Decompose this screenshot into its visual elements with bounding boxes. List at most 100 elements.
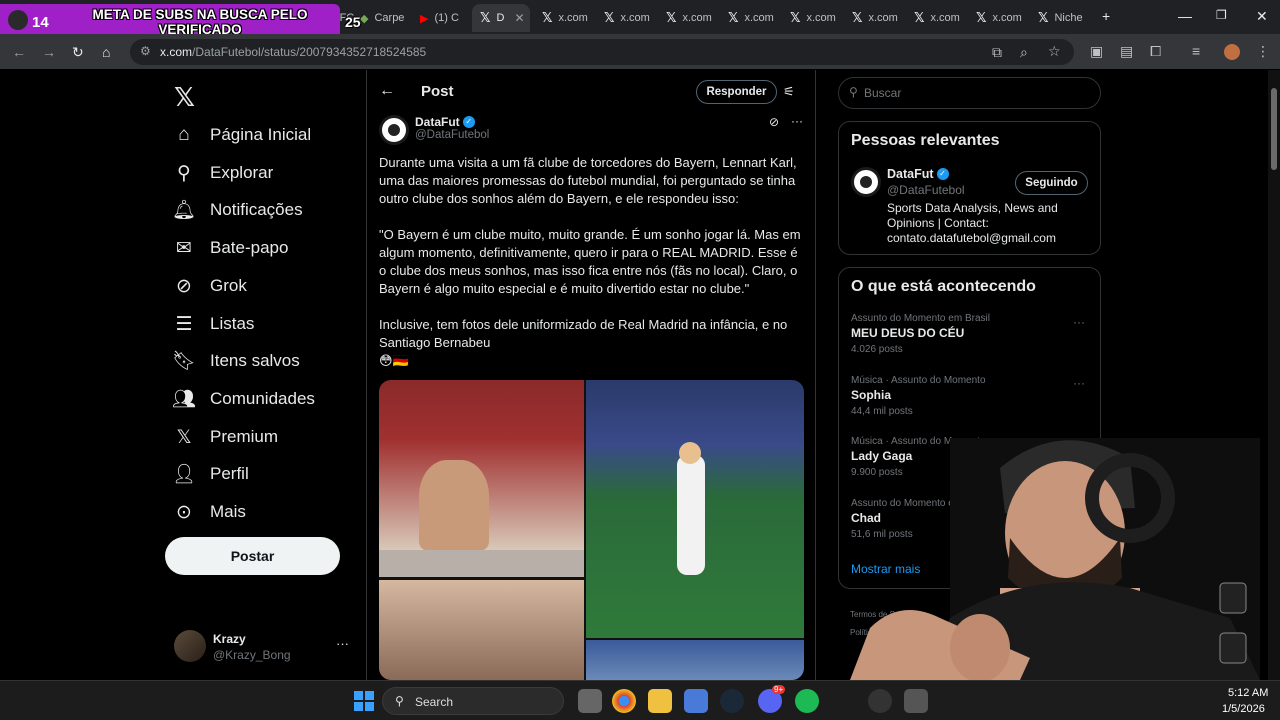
home-icon[interactable]: ⌂ bbox=[102, 44, 110, 60]
sidebar-item-chat[interactable]: ✉ Bate-papo bbox=[172, 230, 288, 266]
grok-icon[interactable]: ⊘ bbox=[769, 115, 779, 129]
reading-list-icon[interactable]: ≡ bbox=[1192, 43, 1200, 59]
post-media-grid[interactable] bbox=[379, 380, 804, 680]
app-icon[interactable] bbox=[904, 689, 928, 713]
sidebar-item-label: Grok bbox=[210, 276, 247, 295]
browser-tab[interactable]: 𝕏x.com bbox=[720, 4, 780, 32]
browser-tab[interactable]: 𝕏x.com bbox=[844, 4, 904, 32]
page-scrollbar[interactable] bbox=[1268, 70, 1280, 680]
extensions-puzzle-icon[interactable]: ⧠ bbox=[1150, 43, 1161, 60]
author-handle[interactable]: @DataFutebol bbox=[415, 129, 489, 141]
more-icon[interactable]: ··· bbox=[791, 114, 803, 128]
relevant-people-panel: Pessoas relevantes DataFut ✓ @DataFutebol… bbox=[838, 121, 1101, 255]
sidebar-item-grok[interactable]: ⊘ Grok bbox=[172, 268, 247, 304]
more-icon[interactable]: ··· bbox=[336, 636, 349, 651]
avatar[interactable] bbox=[379, 115, 409, 145]
sidebar-item-lists[interactable]: ☰ Listas bbox=[172, 306, 254, 342]
media-photo-player-head bbox=[679, 442, 701, 464]
task-view-icon[interactable] bbox=[578, 689, 602, 713]
window-close-icon[interactable]: ✕ bbox=[1256, 8, 1268, 25]
browser-tab[interactable]: 𝕏x.com bbox=[596, 4, 656, 32]
sidebar-item-communities[interactable]: 👥︎ Comunidades bbox=[172, 381, 315, 417]
post-paragraph: Inclusive, tem fotos dele uniformizado d… bbox=[379, 317, 788, 350]
more-icon[interactable]: ··· bbox=[1073, 315, 1085, 329]
clock-time[interactable]: 5:12 AM bbox=[1228, 687, 1268, 699]
site-info-icon[interactable]: ⚙ bbox=[140, 44, 151, 58]
extension-icon[interactable]: ▣ bbox=[1090, 43, 1103, 60]
install-app-icon[interactable]: ⧉ bbox=[992, 44, 1002, 61]
close-icon[interactable]: ✕ bbox=[514, 11, 524, 25]
sidebar-item-bookmarks[interactable]: 🔖︎ Itens salvos bbox=[172, 343, 300, 379]
browser-tab[interactable]: ◆ Carpe bbox=[352, 4, 414, 32]
clock-date[interactable]: 1/5/2026 bbox=[1222, 703, 1265, 715]
tab-title: Niche bbox=[1054, 12, 1083, 24]
browser-tab[interactable]: ▶ (1) C bbox=[412, 4, 474, 32]
spotify-icon[interactable] bbox=[795, 689, 819, 713]
sidebar-item-home[interactable]: ⌂ Página Inicial bbox=[172, 117, 311, 153]
post-column: ← Post Responder ⚟ DataFut ✓ @DataFutebol… bbox=[366, 70, 816, 680]
url-text[interactable]: x.com/DataFutebol/status/200793435271852… bbox=[160, 45, 426, 59]
media-photo-child[interactable] bbox=[379, 580, 584, 680]
tab-title: Carpe bbox=[374, 12, 405, 24]
sidebar-item-explore[interactable]: ⚲ Explorar bbox=[172, 155, 273, 191]
back-arrow-icon[interactable]: ← bbox=[12, 44, 26, 60]
tab-title: x.com bbox=[682, 12, 712, 24]
address-bar[interactable]: ⚙ x.com/DataFutebol/status/2007934352718… bbox=[130, 39, 1074, 65]
relevant-person-handle[interactable]: @DataFutebol bbox=[887, 183, 965, 197]
url-path: /DataFutebol/status/2007934352718524585 bbox=[192, 45, 427, 59]
windows-start-icon[interactable] bbox=[352, 689, 376, 713]
bookmark-star-icon[interactable]: ☆ bbox=[1048, 43, 1061, 60]
minimize-icon[interactable]: — bbox=[1178, 8, 1192, 24]
steam-icon[interactable] bbox=[720, 689, 744, 713]
post-button[interactable]: Postar bbox=[165, 537, 340, 575]
discord-icon[interactable]: 9+ bbox=[758, 685, 786, 713]
browser-tab[interactable]: 𝕏x.com bbox=[968, 4, 1028, 32]
back-arrow-icon[interactable]: ← bbox=[379, 82, 395, 100]
browser-tab[interactable]: 𝕏x.com bbox=[906, 4, 966, 32]
browser-tab-active[interactable]: 𝕏 D ✕ bbox=[472, 4, 530, 32]
taskbar-search-input[interactable]: ⚲ Search bbox=[382, 687, 564, 715]
sidebar-item-profile[interactable]: 👤︎ Perfil bbox=[172, 456, 249, 492]
author-name[interactable]: DataFut ✓ bbox=[415, 115, 475, 129]
post-paragraph: "O Bayern é um clube muito, muito grande… bbox=[379, 227, 801, 296]
sidebar-item-more[interactable]: ⊙ Mais bbox=[172, 494, 246, 530]
x-icon: 𝕏 bbox=[790, 10, 801, 25]
zoom-icon[interactable]: ⌕ bbox=[1020, 44, 1028, 61]
following-button[interactable]: Seguindo bbox=[1015, 171, 1088, 195]
sidebar-item-notifications[interactable]: 🔔︎ Notificações bbox=[172, 192, 303, 228]
file-explorer-icon[interactable] bbox=[648, 689, 672, 713]
reload-icon[interactable]: ↻ bbox=[72, 44, 84, 61]
browser-menu-icon[interactable]: ⋮ bbox=[1256, 43, 1270, 60]
search-input[interactable]: ⚲ Buscar bbox=[838, 77, 1101, 109]
reply-button[interactable]: Responder bbox=[696, 80, 777, 104]
panel-title: O que está acontecendo bbox=[851, 278, 1036, 295]
scrollbar-thumb[interactable] bbox=[1271, 88, 1277, 170]
list-icon: ☰ bbox=[175, 313, 193, 335]
bell-icon: 🔔︎ bbox=[172, 200, 197, 221]
browser-tab[interactable]: 𝕏x.com bbox=[534, 4, 594, 32]
browser-tab[interactable]: 𝕏x.com bbox=[658, 4, 718, 32]
panel-title: Pessoas relevantes bbox=[851, 132, 1000, 149]
chrome-icon[interactable] bbox=[612, 689, 636, 713]
trend-item[interactable]: Assunto do Momento em Brasil MEU DEUS DO… bbox=[851, 313, 1091, 355]
profile-avatar[interactable] bbox=[1224, 44, 1240, 60]
store-icon[interactable] bbox=[684, 689, 708, 713]
account-switcher[interactable]: Krazy @Krazy_Bong ··· bbox=[174, 630, 354, 666]
extension-icon[interactable]: ▤ bbox=[1120, 43, 1133, 60]
browser-tab[interactable]: 𝕏 Niche bbox=[1030, 4, 1092, 32]
forward-arrow-icon[interactable]: → bbox=[42, 44, 56, 60]
media-photo-bottom-right[interactable] bbox=[586, 640, 804, 680]
restore-icon[interactable]: ❐ bbox=[1216, 8, 1227, 22]
trend-item[interactable]: Música · Assunto do Momento Sophia 44,4 … bbox=[851, 375, 1091, 417]
relevant-person-name[interactable]: DataFut ✓ bbox=[887, 167, 949, 181]
search-icon: ⚲ bbox=[177, 162, 191, 184]
x-logo-icon[interactable]: 𝕏 bbox=[174, 82, 195, 113]
filter-icon[interactable]: ⚟ bbox=[783, 84, 795, 100]
browser-tab[interactable]: 𝕏x.com bbox=[782, 4, 842, 32]
avatar[interactable] bbox=[851, 167, 881, 197]
new-tab-icon[interactable]: + bbox=[1102, 8, 1110, 24]
app-icon[interactable] bbox=[868, 689, 892, 713]
sidebar-item-premium[interactable]: 𝕏 Premium bbox=[172, 419, 278, 455]
more-icon[interactable]: ··· bbox=[1073, 376, 1085, 390]
tab-title: x.com bbox=[930, 12, 960, 24]
